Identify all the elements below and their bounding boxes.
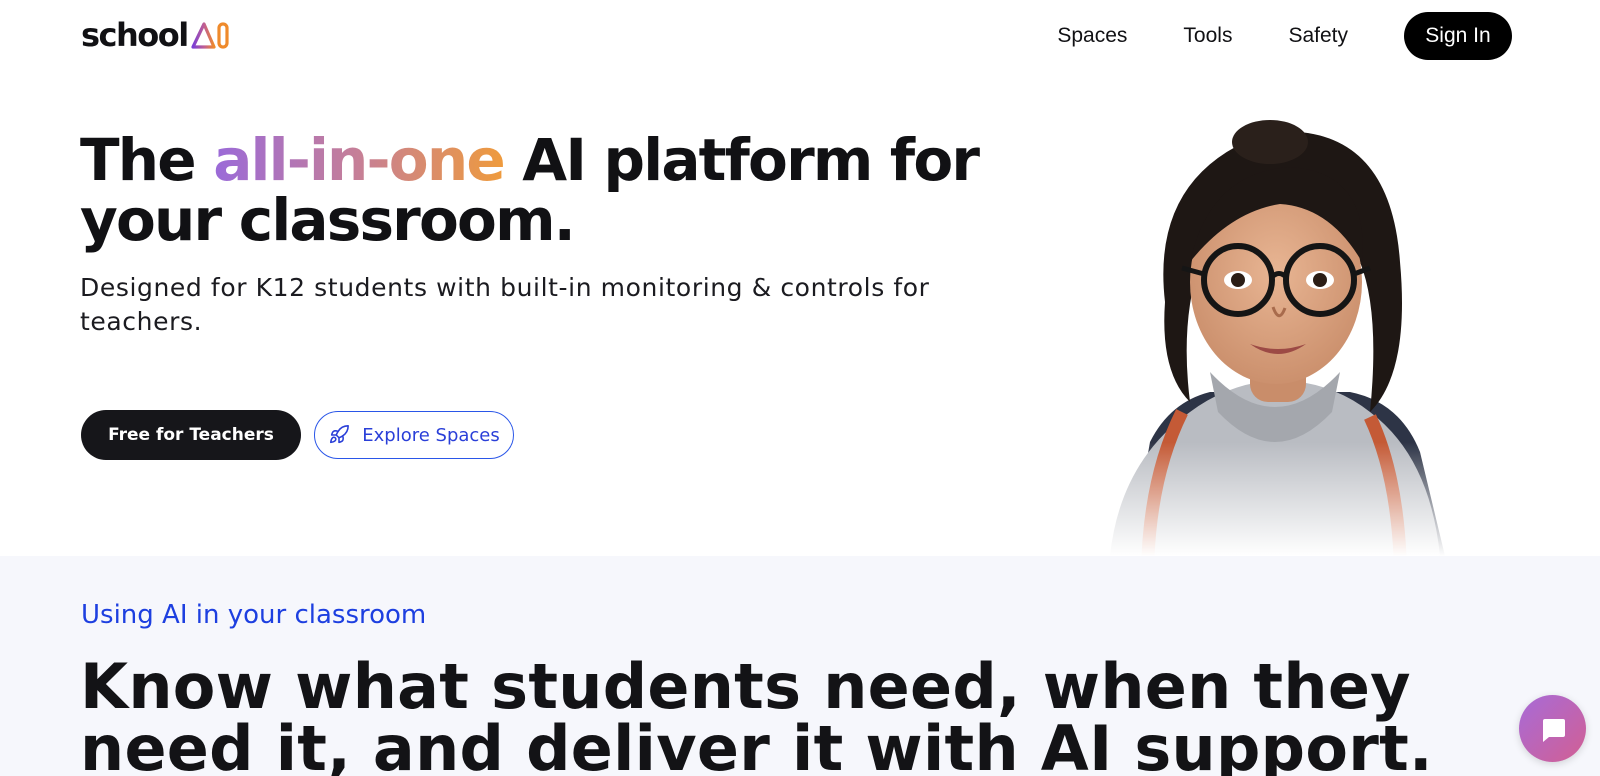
- rocket-icon: [330, 425, 350, 444]
- free-for-teachers-button[interactable]: Free for Teachers: [81, 410, 301, 460]
- nav-link-spaces[interactable]: Spaces: [1057, 24, 1127, 48]
- section-title: Know what students need, when they need …: [80, 650, 1433, 776]
- logo-ai-mark-icon: [191, 22, 229, 49]
- sign-in-button[interactable]: Sign In: [1404, 12, 1512, 60]
- hero-title-line2: your classroom.: [80, 186, 576, 254]
- logo-wordmark: school: [81, 16, 189, 54]
- explore-spaces-button[interactable]: Explore Spaces: [314, 411, 514, 459]
- hero-title-pre: The: [80, 126, 214, 194]
- nav-link-safety[interactable]: Safety: [1288, 24, 1348, 48]
- explore-spaces-label: Explore Spaces: [362, 424, 500, 446]
- chat-launcher-button[interactable]: [1519, 695, 1586, 762]
- section-eyebrow: Using AI in your classroom: [81, 600, 427, 630]
- student-illustration: [1070, 112, 1490, 556]
- classroom-section: Using AI in your classroom Know what stu…: [0, 556, 1600, 776]
- main-nav: Spaces Tools Safety Sign In: [1057, 12, 1512, 60]
- hero-title-highlight: all-in-one: [213, 126, 506, 194]
- chat-bubble-icon: [1542, 718, 1565, 742]
- hero-subtitle: Designed for K12 students with built-in …: [80, 273, 930, 336]
- site-header: school Spaces Tools Safety Sign In: [0, 0, 1600, 72]
- schoolai-logo[interactable]: school: [81, 18, 232, 52]
- hero-title: The all-in-one AI platform for your class…: [80, 130, 980, 250]
- hero-title-post: AI platform for: [503, 126, 980, 194]
- nav-link-tools[interactable]: Tools: [1183, 24, 1232, 48]
